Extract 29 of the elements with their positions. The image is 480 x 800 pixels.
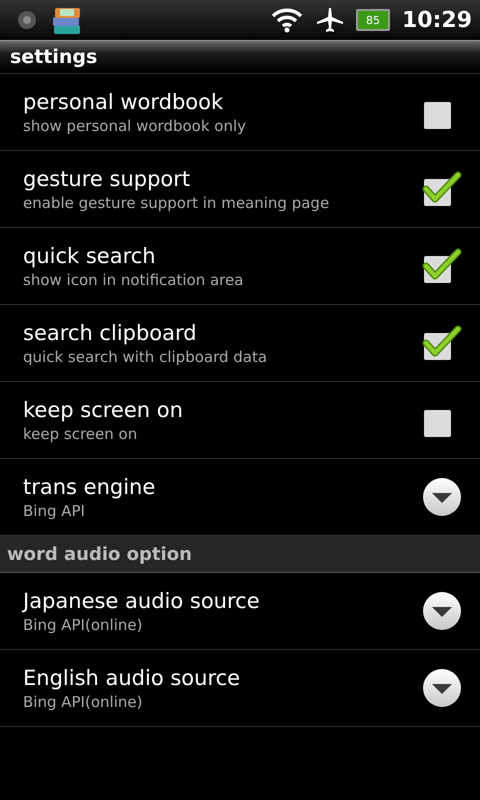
airplane-icon	[316, 7, 344, 33]
screen-title-bar: settings	[0, 40, 480, 74]
preference-title: trans engine	[23, 474, 156, 498]
preference-title: personal wordbook	[23, 90, 224, 114]
preference-summary: show icon in notification area	[23, 270, 244, 288]
battery-level: 85	[366, 14, 380, 26]
checked-checkbox[interactable]	[422, 169, 462, 209]
category-header: word audio option	[0, 536, 480, 573]
dropdown-icon[interactable]	[422, 591, 462, 631]
preference-summary: Bing API(online)	[23, 692, 144, 710]
preference-summary: quick search with clipboard data	[23, 348, 268, 366]
preference-summary: keep screen on	[23, 424, 138, 442]
preference-title: gesture support	[23, 166, 192, 190]
wifi-icon	[270, 6, 304, 34]
dropdown-icon[interactable]	[422, 477, 462, 517]
checked-checkbox[interactable]	[422, 323, 462, 363]
preference-summary: Bing API(online)	[23, 616, 144, 634]
preference-title: English audio source	[23, 666, 240, 690]
preference-summary: enable gesture support in meaning page	[23, 194, 330, 212]
preference-title: Japanese audio source	[23, 588, 260, 612]
checked-checkbox[interactable]	[422, 246, 462, 286]
preference-title: quick search	[23, 244, 157, 268]
notification-dot-icon	[16, 9, 38, 31]
dropdown-icon[interactable]	[422, 668, 462, 708]
clock: 10:29	[402, 8, 472, 32]
preference-summary: Bing API	[23, 502, 86, 520]
preference-title: keep screen on	[23, 398, 183, 422]
preference-title: search clipboard	[23, 320, 198, 344]
preference-summary: show personal wordbook only	[23, 116, 246, 134]
